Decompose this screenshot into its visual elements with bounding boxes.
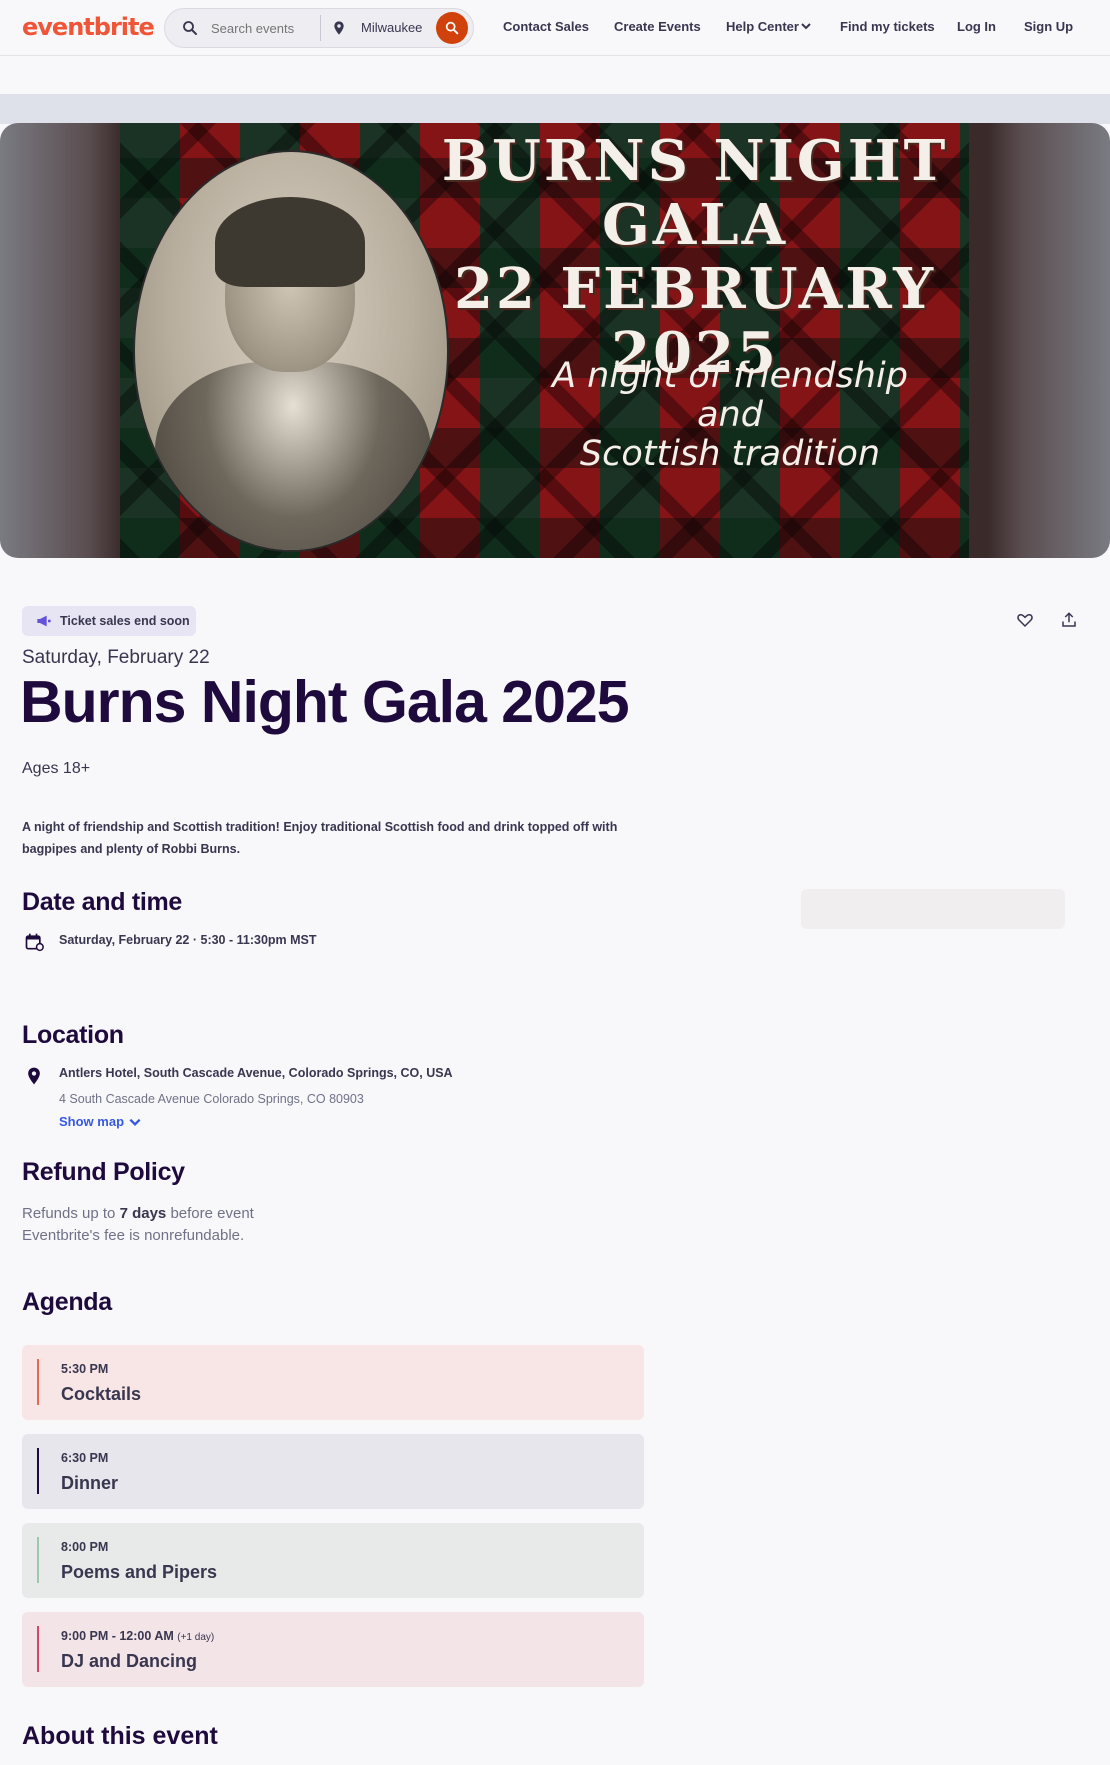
refund-heading: Refund Policy: [22, 1158, 185, 1186]
agenda-accent-bar: [37, 1537, 39, 1583]
nav-create-events[interactable]: Create Events: [614, 19, 701, 34]
portrait-image: [133, 150, 449, 552]
page-title: Burns Night Gala 2025: [20, 669, 630, 735]
event-hero-image: BURNS NIGHT GALA 22 FEBRUARY 2025 A nigh…: [120, 123, 969, 558]
nav-help-center[interactable]: Help Center: [726, 19, 799, 34]
heart-icon: [1017, 613, 1033, 628]
like-button[interactable]: [1013, 608, 1037, 632]
top-navbar: eventbrite Milwaukee Contact Sales Creat…: [0, 0, 1110, 56]
search-button[interactable]: [436, 12, 468, 44]
search-bar: Milwaukee: [164, 8, 474, 48]
get-tickets-button[interactable]: [801, 889, 1065, 929]
event-summary: A night of friendship and Scottish tradi…: [22, 820, 618, 856]
agenda-item[interactable]: 8:00 PM Poems and Pipers: [22, 1523, 644, 1598]
agenda-title: Dinner: [61, 1473, 119, 1493]
agenda-time: 8:00 PM: [61, 1540, 109, 1554]
hero-subtitle: A night of friendship and Scottish tradi…: [552, 356, 908, 474]
venue-address: 4 South Cascade Avenue Colorado Springs,…: [59, 1092, 364, 1106]
hero-title: BURNS NIGHT GALA 22 FEBRUARY 2025: [441, 128, 949, 386]
share-icon: [1062, 612, 1076, 627]
chevron-down-icon: [129, 1118, 141, 1126]
agenda-item[interactable]: 9:00 PM - 12:00 AM (+1 day) DJ and Dancin…: [22, 1612, 644, 1687]
agenda-item[interactable]: 5:30 PM Cocktails: [22, 1345, 644, 1420]
agenda-title: Cocktails: [61, 1384, 142, 1404]
agenda-item[interactable]: 6:30 PM Dinner: [22, 1434, 644, 1509]
calendar-icon: [25, 933, 44, 952]
agenda-title: DJ and Dancing: [61, 1651, 198, 1671]
eventbrite-logo[interactable]: eventbrite: [22, 13, 155, 41]
agenda-time: 6:30 PM: [61, 1451, 109, 1465]
age-restriction: Ages 18+: [22, 760, 91, 777]
show-map-link[interactable]: Show map: [59, 1114, 142, 1129]
agenda-accent-bar: [37, 1359, 39, 1405]
about-heading: About this event: [22, 1722, 218, 1750]
location-input[interactable]: Milwaukee: [361, 20, 422, 35]
search-icon: [445, 21, 459, 35]
chevron-down-icon[interactable]: [800, 20, 812, 32]
nav-find-my-tickets[interactable]: Find my tickets: [840, 19, 935, 34]
date-time-heading: Date and time: [22, 888, 183, 916]
venue-name: Antlers Hotel, South Cascade Avenue, Col…: [59, 1066, 453, 1080]
status-badge: Ticket sales end soon: [22, 606, 196, 636]
search-divider: [320, 15, 321, 41]
agenda-time: 9:00 PM - 12:00 AM (+1 day): [61, 1629, 215, 1643]
event-date-subtitle: Saturday, February 22: [22, 647, 210, 668]
share-button[interactable]: [1057, 608, 1081, 632]
agenda-list: 5:30 PM Cocktails 6:30 PM Dinner 8:00 PM P…: [22, 1345, 644, 1701]
hero-band: [0, 94, 1110, 124]
refund-policy-text: Refunds up to 7 days before event Eventb…: [22, 1205, 254, 1244]
location-pin-icon: [28, 1067, 40, 1085]
location-pin-icon: [334, 21, 344, 35]
hero-banner: BURNS NIGHT GALA 22 FEBRUARY 2025 A nigh…: [0, 123, 1110, 558]
nav-log-in[interactable]: Log In: [957, 19, 996, 34]
agenda-time: 5:30 PM: [61, 1362, 109, 1376]
search-icon: [183, 21, 197, 35]
agenda-accent-bar: [37, 1626, 39, 1672]
nav-contact-sales[interactable]: Contact Sales: [503, 19, 589, 34]
agenda-heading: Agenda: [22, 1288, 112, 1316]
nav-sign-up[interactable]: Sign Up: [1024, 19, 1073, 34]
date-time-value: Saturday, February 22 · 5:30 - 11:30pm M…: [59, 933, 317, 947]
agenda-accent-bar: [37, 1448, 39, 1494]
location-heading: Location: [22, 1021, 124, 1049]
agenda-title: Poems and Pipers: [61, 1562, 218, 1582]
megaphone-icon: [37, 615, 51, 627]
